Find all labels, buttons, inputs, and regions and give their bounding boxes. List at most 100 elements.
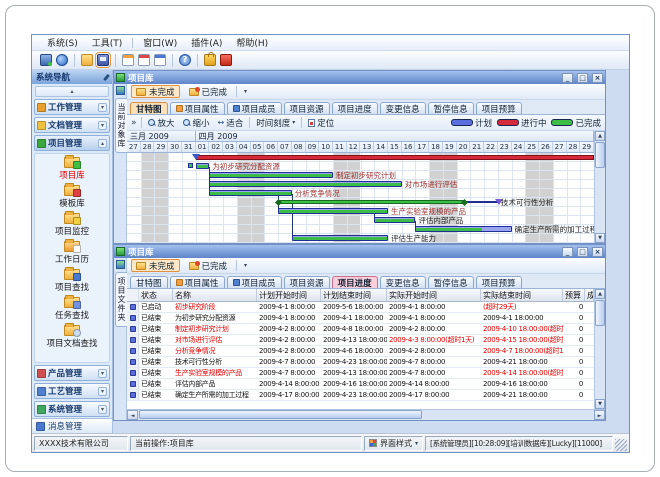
table-row[interactable]: 已结束确定生产所需的加工过程2009-4-17 8:00:002009-4-23… (127, 390, 594, 401)
tab-3[interactable]: 项目资源 (284, 276, 330, 288)
save-icon[interactable] (97, 54, 109, 66)
menu-item-1[interactable]: 工具(T) (85, 36, 130, 49)
row-selector[interactable] (127, 324, 139, 334)
tab-1[interactable]: 项目属性 (170, 276, 225, 288)
scroll-left-icon[interactable]: ◄ (127, 410, 138, 420)
report-red-icon[interactable] (138, 54, 150, 66)
column-header-7[interactable]: 成 (585, 289, 594, 301)
tab-6[interactable]: 暂停信息 (428, 276, 474, 288)
help-icon[interactable] (179, 54, 191, 66)
chevron-down-icon[interactable]: ▾ (98, 405, 107, 414)
close-button[interactable]: × (592, 73, 603, 83)
gantt-task-bar[interactable] (196, 163, 210, 169)
row-selector[interactable] (127, 313, 139, 323)
tab-3[interactable]: 项目资源 (284, 102, 330, 114)
fit-button[interactable]: ↔ 适合 (216, 117, 246, 129)
table-row[interactable]: 已结束评估内部产品2009-4-14 8:00:002009-4-16 18:0… (127, 379, 594, 390)
sidebar-item-6[interactable]: 项目文档查找 (35, 325, 109, 349)
table-row[interactable]: 已结束分析竞争情况2009-4-2 8:00:002009-4-6 18:00:… (127, 346, 594, 357)
column-header-1[interactable]: 名称 (173, 289, 257, 301)
tab-5[interactable]: 变更信息 (380, 102, 426, 114)
tab-0[interactable]: 甘特图 (130, 276, 168, 288)
tab-1[interactable]: 项目属性 (170, 102, 225, 114)
lock-icon[interactable] (204, 54, 216, 66)
resize-grip[interactable] (615, 439, 627, 451)
table-panel-titlebar[interactable]: 项目库 _ □ × (114, 245, 605, 258)
gantt-project-bar[interactable] (196, 155, 594, 160)
scroll-down-icon[interactable]: ▼ (595, 233, 605, 243)
sidebar-item-3[interactable]: 工作日历 (35, 241, 109, 265)
row-selector[interactable] (127, 390, 139, 400)
tab-2[interactable]: 项目成员 (227, 276, 282, 288)
folder-icon[interactable] (81, 54, 93, 66)
filter-dropdown-icon[interactable]: ▾ (241, 88, 250, 95)
sidebar-item-4[interactable]: 项目查找 (35, 269, 109, 293)
gantt-task-bar[interactable] (415, 226, 511, 232)
column-header-0[interactable]: 状态 (139, 289, 173, 301)
chevron-down-icon[interactable]: ▾ (98, 121, 107, 130)
filter-1[interactable]: 已完成 (184, 85, 233, 98)
row-selector[interactable] (127, 379, 139, 389)
filter-0[interactable]: 未完成 (131, 85, 180, 98)
report-blue-icon[interactable] (154, 54, 166, 66)
scroll-up-icon[interactable]: ▲ (595, 131, 605, 141)
sidebar-collapse-button[interactable] (35, 86, 109, 97)
table-vscrollbar[interactable]: ▲ ▼ (594, 289, 605, 409)
gantt-task-bar[interactable] (374, 217, 415, 223)
tab-4[interactable]: 项目进度 (332, 276, 378, 288)
row-selector[interactable] (127, 335, 139, 345)
table-row[interactable]: 已结束生产实验室规模的产品2009-4-7 8:00:002009-4-13 1… (127, 368, 594, 379)
scroll-up-icon[interactable]: ▲ (595, 289, 605, 299)
table-hscrollbar[interactable]: ◄ ► (127, 409, 605, 420)
filter-0[interactable]: 未完成 (131, 259, 180, 272)
tab-2[interactable]: 项目成员 (227, 102, 282, 114)
column-header-3[interactable]: 计划结束时间 (321, 289, 387, 301)
sidebar-group-3[interactable]: 产品管理▾ (34, 365, 110, 381)
close-button[interactable]: × (592, 247, 603, 257)
filter-1[interactable]: 已完成 (184, 259, 233, 272)
gantt-vscrollbar[interactable]: ▲ ▼ (594, 131, 605, 243)
gantt-task-bar[interactable] (278, 208, 388, 214)
tab-0[interactable]: 甘特图 (130, 102, 168, 114)
gantt-task-bar[interactable] (292, 235, 388, 241)
table-row[interactable]: 已结束技术可行性分析2009-4-7 8:00:002009-4-23 18:0… (127, 357, 594, 368)
chevron-down-icon[interactable]: ▾ (98, 387, 107, 396)
table-row[interactable]: 已结束制定初步研究计划2009-4-2 8:00:002009-4-8 18:0… (127, 324, 594, 335)
tab-6[interactable]: 暂停信息 (428, 102, 474, 114)
row-selector[interactable] (127, 357, 139, 367)
sidebar-item-0[interactable]: 项目库 (35, 157, 109, 181)
menu-item-4[interactable]: 帮助(H) (229, 36, 275, 49)
gantt-task-bar[interactable] (209, 172, 333, 178)
gantt-task-bar[interactable] (209, 190, 291, 196)
scroll-right-icon[interactable]: ► (594, 410, 605, 420)
scroll-down-icon[interactable]: ▼ (595, 399, 605, 409)
stop-icon[interactable] (220, 54, 232, 66)
gantt-panel-titlebar[interactable]: 项目库 _ □ × (114, 71, 605, 84)
scroll-thumb[interactable] (139, 410, 422, 419)
maximize-button[interactable]: □ (577, 247, 588, 257)
sidebar-group-4[interactable]: 工艺管理▾ (34, 383, 110, 399)
tab-4[interactable]: 项目进度 (332, 102, 378, 114)
report-orange-icon[interactable] (122, 54, 134, 66)
column-header-4[interactable]: 实际开始时间 (387, 289, 481, 301)
table-row[interactable]: 已启动初步研究阶段2009-4-1 8:00:002009-5-6 18:00:… (127, 302, 594, 313)
time-scale-button[interactable]: 时间刻度 ▾ (254, 117, 297, 129)
zoom-in-button[interactable]: 放大 (146, 117, 177, 129)
column-header-2[interactable]: 计划开始时间 (257, 289, 321, 301)
scroll-thumb[interactable] (595, 142, 605, 168)
row-selector[interactable] (127, 302, 139, 312)
table-row[interactable]: 已结束对市场进行评估2009-4-2 8:00:002009-4-13 18:0… (127, 335, 594, 346)
sidebar-item-2[interactable]: 项目监控 (35, 213, 109, 237)
gantt-task-bar[interactable] (209, 181, 401, 187)
chevron-down-icon[interactable]: ▾ (98, 369, 107, 378)
side-tab-current-objects[interactable]: 当前对象库 (115, 98, 127, 153)
zoom-out-button[interactable]: 缩小 (181, 117, 212, 129)
menu-item-3[interactable]: 插件(A) (184, 36, 229, 49)
tab-7[interactable]: 项目预算 (476, 102, 522, 114)
tab-7[interactable]: 项目预算 (476, 276, 522, 288)
scroll-thumb[interactable] (595, 300, 605, 326)
chevron-down-icon[interactable]: ▾ (98, 103, 107, 112)
maximize-button[interactable]: □ (577, 73, 588, 83)
column-header-6[interactable]: 预算 (563, 289, 585, 301)
tab-5[interactable]: 变更信息 (380, 276, 426, 288)
